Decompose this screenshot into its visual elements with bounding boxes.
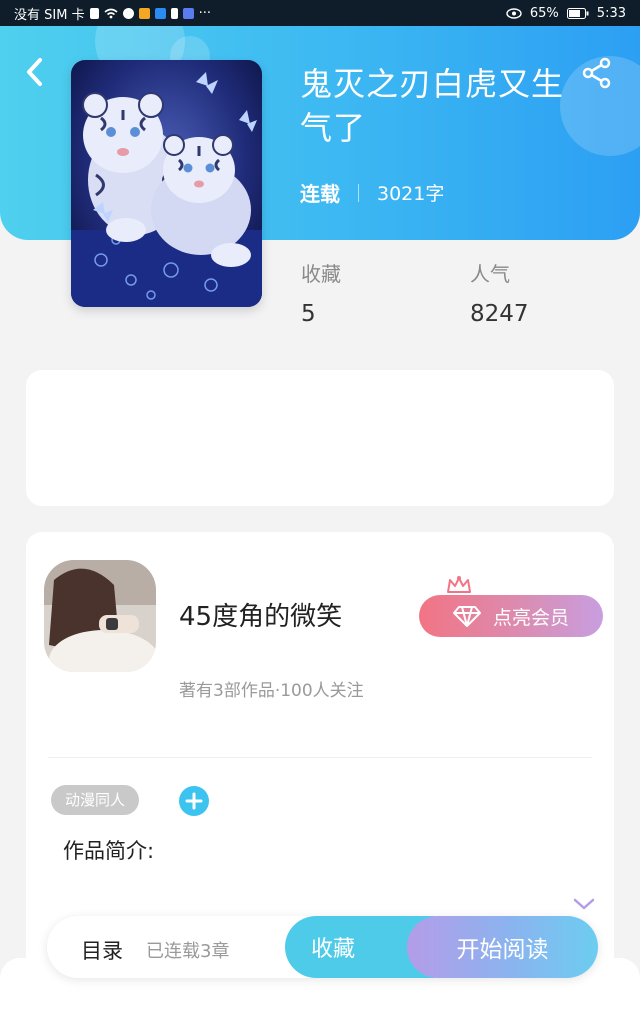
- popularity-stat: 人气 8247: [470, 258, 529, 327]
- chevron-down-icon: [573, 898, 595, 910]
- collect-label: 收藏: [311, 937, 356, 962]
- popularity-value: 8247: [470, 301, 529, 327]
- chevron-left-icon: [27, 58, 42, 86]
- toc-button[interactable]: 目录: [81, 935, 123, 965]
- wechat-icon: [122, 7, 134, 19]
- avatar[interactable]: [44, 560, 156, 672]
- start-reading-label: 开始阅读: [456, 937, 549, 963]
- share-button[interactable]: [580, 56, 614, 90]
- book-cover[interactable]: [71, 60, 262, 307]
- white-tiger-cubs-image: [71, 60, 262, 307]
- expand-intro-button[interactable]: [572, 896, 596, 912]
- start-reading-button[interactable]: 开始阅读: [407, 916, 598, 978]
- plus-icon: [185, 792, 203, 810]
- meta-divider: [358, 183, 359, 202]
- wifi-icon: [104, 8, 118, 18]
- divider: [48, 757, 592, 758]
- favorites-value: 5: [301, 301, 316, 327]
- sim-icon: [89, 7, 99, 19]
- clock: 5:33: [596, 5, 626, 21]
- author-name[interactable]: 45度角的微笑: [179, 596, 342, 633]
- share-icon: [582, 57, 611, 89]
- crown-icon: [447, 576, 471, 593]
- app-icon: [138, 7, 150, 19]
- diamond-icon: [452, 606, 481, 627]
- eye-icon: [506, 7, 522, 19]
- vip-label: 点亮会员: [492, 606, 569, 629]
- add-tag-button[interactable]: [179, 786, 209, 816]
- word-count: 3021字: [377, 183, 445, 205]
- intro-label: 作品简介:: [63, 839, 155, 863]
- favorites-label: 收藏: [301, 262, 341, 286]
- carrier-text: 没有 SIM 卡: [14, 7, 85, 23]
- battery-icon: [566, 7, 589, 19]
- book-meta: 连载 3021字: [300, 178, 444, 207]
- empty-card: [26, 370, 614, 506]
- serial-status: 连载: [300, 182, 340, 206]
- vip-button[interactable]: 点亮会员: [419, 595, 603, 637]
- back-button[interactable]: [20, 54, 52, 90]
- status-bar: 没有 SIM 卡 ··· 65% 5:33: [0, 0, 640, 26]
- notification-icon: [170, 7, 178, 19]
- chapter-count: 已连载3章: [146, 941, 230, 962]
- status-right: 65% 5:33: [506, 6, 626, 21]
- status-left: 没有 SIM 卡 ···: [14, 4, 211, 23]
- genre-tag[interactable]: 动漫同人: [51, 785, 140, 815]
- battery-percent: 65%: [529, 5, 559, 21]
- search-app-icon: [154, 7, 166, 19]
- book-title: 鬼灭之刃白虎又生气了: [300, 65, 565, 147]
- favorites-stat: 收藏 5: [301, 258, 341, 327]
- browser-icon: [182, 7, 194, 19]
- popularity-label: 人气: [470, 262, 510, 286]
- author-avatar-image: [44, 560, 156, 672]
- author-stats: 著有3部作品·100人关注: [179, 681, 364, 701]
- more-notifications-icon: ···: [198, 5, 211, 21]
